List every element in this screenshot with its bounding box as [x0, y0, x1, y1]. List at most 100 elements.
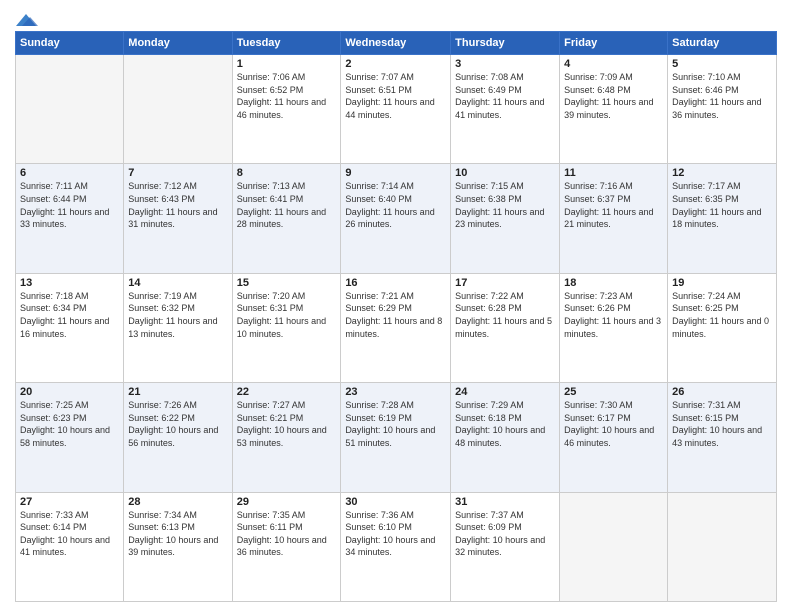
sunset-text: Sunset: 6:46 PM — [672, 84, 772, 97]
col-header-saturday: Saturday — [668, 32, 777, 55]
sunset-text: Sunset: 6:49 PM — [455, 84, 555, 97]
calendar-page: SundayMondayTuesdayWednesdayThursdayFrid… — [0, 0, 792, 612]
day-number: 1 — [237, 58, 337, 70]
calendar-week-4: 20Sunrise: 7:25 AMSunset: 6:23 PMDayligh… — [16, 383, 777, 492]
daylight-text: Daylight: 11 hours and 3 minutes. — [564, 315, 663, 340]
daylight-text: Daylight: 10 hours and 43 minutes. — [672, 424, 772, 449]
daylight-text: Daylight: 10 hours and 34 minutes. — [345, 534, 446, 559]
calendar-cell: 31Sunrise: 7:37 AMSunset: 6:09 PMDayligh… — [451, 492, 560, 601]
calendar-cell: 13Sunrise: 7:18 AMSunset: 6:34 PMDayligh… — [16, 273, 124, 382]
sunrise-text: Sunrise: 7:09 AM — [564, 71, 663, 84]
daylight-text: Daylight: 11 hours and 36 minutes. — [672, 96, 772, 121]
calendar-week-5: 27Sunrise: 7:33 AMSunset: 6:14 PM Dayligh… — [16, 492, 777, 601]
day-info: Sunrise: 7:15 AMSunset: 6:38 PMDaylight:… — [455, 180, 555, 230]
day-info: Sunrise: 7:30 AMSunset: 6:17 PMDaylight:… — [564, 399, 663, 449]
day-number: 20 — [20, 386, 119, 398]
daylight-text: Daylight: 11 hours and 0 minutes. — [672, 315, 772, 340]
calendar-cell: 8Sunrise: 7:13 AMSunset: 6:41 PMDaylight… — [232, 164, 341, 273]
day-info: Sunrise: 7:14 AMSunset: 6:40 PMDaylight:… — [345, 180, 446, 230]
day-info: Sunrise: 7:25 AMSunset: 6:23 PMDaylight:… — [20, 399, 119, 449]
header — [15, 10, 777, 25]
daylight-text: Daylight: 10 hours and 58 minutes. — [20, 424, 119, 449]
calendar-cell — [668, 492, 777, 601]
calendar-header-row: SundayMondayTuesdayWednesdayThursdayFrid… — [16, 32, 777, 55]
day-info: Sunrise: 7:19 AMSunset: 6:32 PMDaylight:… — [128, 290, 227, 340]
sunrise-text: Sunrise: 7:15 AM — [455, 180, 555, 193]
sunrise-text: Sunrise: 7:23 AM — [564, 290, 663, 303]
daylight-text: Daylight: 10 hours and 32 minutes. — [455, 534, 555, 559]
sunrise-text: Sunrise: 7:08 AM — [455, 71, 555, 84]
sunrise-text: Sunrise: 7:18 AM — [20, 290, 119, 303]
calendar-cell — [16, 55, 124, 164]
day-info: Sunrise: 7:37 AMSunset: 6:09 PMDaylight:… — [455, 509, 555, 559]
day-info: Sunrise: 7:26 AMSunset: 6:22 PMDaylight:… — [128, 399, 227, 449]
calendar-cell: 27Sunrise: 7:33 AMSunset: 6:14 PMDayligh… — [16, 492, 124, 601]
col-header-wednesday: Wednesday — [341, 32, 451, 55]
daylight-text: Daylight: 11 hours and 41 minutes. — [455, 96, 555, 121]
sunset-text: Sunset: 6:35 PM — [672, 193, 772, 206]
sunrise-text: Sunrise: 7:25 AM — [20, 399, 119, 412]
calendar-cell: 4Sunrise: 7:09 AMSunset: 6:48 PMDaylight… — [560, 55, 668, 164]
calendar-cell: 23Sunrise: 7:28 AMSunset: 6:19 PMDayligh… — [341, 383, 451, 492]
sunrise-text: Sunrise: 7:33 AM — [20, 509, 119, 522]
sunrise-text: Sunrise: 7:19 AM — [128, 290, 227, 303]
daylight-text: Daylight: 11 hours and 31 minutes. — [128, 206, 227, 231]
sunrise-text: Sunrise: 7:24 AM — [672, 290, 772, 303]
day-number: 7 — [128, 167, 227, 179]
sunrise-text: Sunrise: 7:17 AM — [672, 180, 772, 193]
sunset-text: Sunset: 6:37 PM — [564, 193, 663, 206]
calendar-cell: 24Sunrise: 7:29 AMSunset: 6:18 PMDayligh… — [451, 383, 560, 492]
sunrise-text: Sunrise: 7:11 AM — [20, 180, 119, 193]
daylight-text: Daylight: 11 hours and 13 minutes. — [128, 315, 227, 340]
sunset-text: Sunset: 6:43 PM — [128, 193, 227, 206]
sunset-text: Sunset: 6:11 PM — [237, 521, 337, 534]
daylight-text: Daylight: 11 hours and 8 minutes. — [345, 315, 446, 340]
daylight-text: Daylight: 10 hours and 46 minutes. — [564, 424, 663, 449]
day-number: 6 — [20, 167, 119, 179]
day-info: Sunrise: 7:09 AMSunset: 6:48 PMDaylight:… — [564, 71, 663, 121]
day-number: 21 — [128, 386, 227, 398]
sunrise-text: Sunrise: 7:36 AM — [345, 509, 446, 522]
sunset-text: Sunset: 6:23 PM — [20, 412, 119, 425]
daylight-text: Daylight: 11 hours and 16 minutes. — [20, 315, 119, 340]
day-number: 8 — [237, 167, 337, 179]
logo — [15, 10, 38, 25]
daylight-text: Daylight: 11 hours and 26 minutes. — [345, 206, 446, 231]
calendar-cell: 20Sunrise: 7:25 AMSunset: 6:23 PMDayligh… — [16, 383, 124, 492]
daylight-text: Daylight: 11 hours and 39 minutes. — [564, 96, 663, 121]
calendar-cell: 30Sunrise: 7:36 AMSunset: 6:10 PMDayligh… — [341, 492, 451, 601]
calendar-cell: 7Sunrise: 7:12 AMSunset: 6:43 PMDaylight… — [124, 164, 232, 273]
day-number: 23 — [345, 386, 446, 398]
sunrise-text: Sunrise: 7:35 AM — [237, 509, 337, 522]
day-info: Sunrise: 7:22 AMSunset: 6:28 PMDaylight:… — [455, 290, 555, 340]
day-number: 24 — [455, 386, 555, 398]
calendar-cell: 16Sunrise: 7:21 AMSunset: 6:29 PMDayligh… — [341, 273, 451, 382]
sunset-text: Sunset: 6:15 PM — [672, 412, 772, 425]
day-number: 30 — [345, 496, 446, 508]
calendar-cell: 12Sunrise: 7:17 AMSunset: 6:35 PMDayligh… — [668, 164, 777, 273]
sunset-text: Sunset: 6:18 PM — [455, 412, 555, 425]
day-number: 27 — [20, 496, 119, 508]
daylight-text: Daylight: 11 hours and 44 minutes. — [345, 96, 446, 121]
sunset-text: Sunset: 6:29 PM — [345, 302, 446, 315]
calendar-cell: 15Sunrise: 7:20 AMSunset: 6:31 PMDayligh… — [232, 273, 341, 382]
daylight-text: Daylight: 11 hours and 28 minutes. — [237, 206, 337, 231]
day-number: 31 — [455, 496, 555, 508]
sunset-text: Sunset: 6:14 PM — [20, 521, 119, 534]
calendar-cell: 2Sunrise: 7:07 AMSunset: 6:51 PMDaylight… — [341, 55, 451, 164]
day-info: Sunrise: 7:23 AMSunset: 6:26 PMDaylight:… — [564, 290, 663, 340]
sunrise-text: Sunrise: 7:34 AM — [128, 509, 227, 522]
calendar-week-2: 6Sunrise: 7:11 AMSunset: 6:44 PMDaylight… — [16, 164, 777, 273]
day-info: Sunrise: 7:36 AMSunset: 6:10 PMDaylight:… — [345, 509, 446, 559]
day-info: Sunrise: 7:18 AMSunset: 6:34 PMDaylight:… — [20, 290, 119, 340]
sunset-text: Sunset: 6:32 PM — [128, 302, 227, 315]
sunrise-text: Sunrise: 7:26 AM — [128, 399, 227, 412]
day-number: 17 — [455, 277, 555, 289]
sunrise-text: Sunrise: 7:37 AM — [455, 509, 555, 522]
sunset-text: Sunset: 6:40 PM — [345, 193, 446, 206]
sunrise-text: Sunrise: 7:14 AM — [345, 180, 446, 193]
calendar-table: SundayMondayTuesdayWednesdayThursdayFrid… — [15, 31, 777, 602]
sunset-text: Sunset: 6:22 PM — [128, 412, 227, 425]
sunset-text: Sunset: 6:38 PM — [455, 193, 555, 206]
day-number: 18 — [564, 277, 663, 289]
